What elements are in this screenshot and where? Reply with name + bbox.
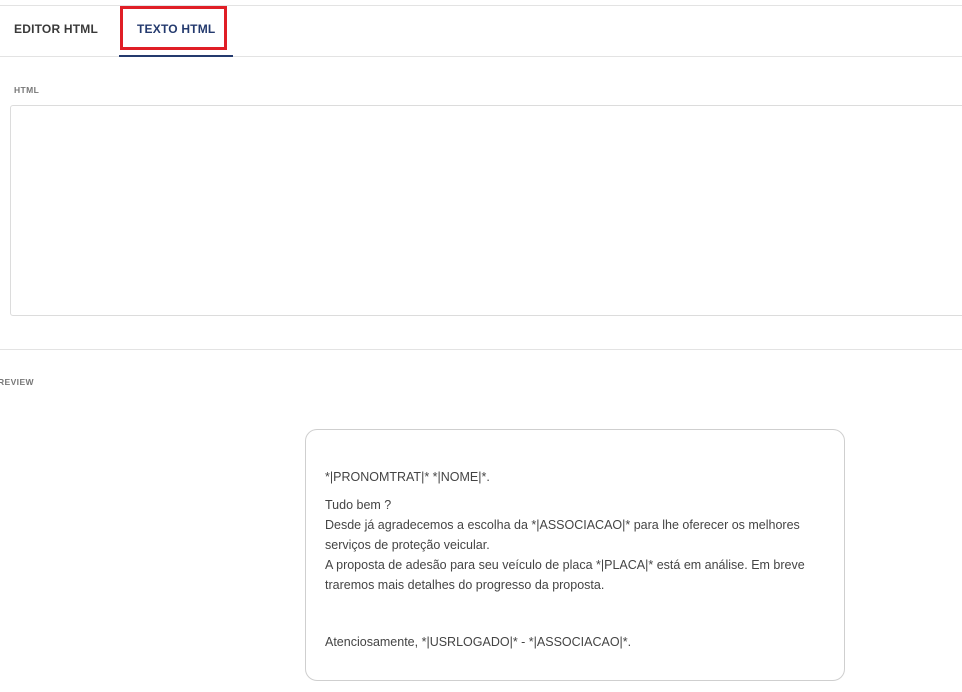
active-tab-indicator: [119, 55, 233, 57]
preview-body-line: Tudo bem ?: [325, 498, 392, 512]
tab-texto-html[interactable]: TEXTO HTML: [137, 22, 215, 36]
preview-body-line: Desde já agradecemos a escolha da *|ASSO…: [325, 518, 800, 532]
page: EDITOR HTML TEXTO HTML HTML REVIEW *|PRO…: [0, 0, 962, 692]
preview-box: *|PRONOMTRAT|* *|NOME|*. Tudo bem ? Desd…: [305, 429, 845, 681]
preview-signoff: Atenciosamente, *|USRLOGADO|* - *|ASSOCI…: [325, 635, 632, 649]
preview-greeting: *|PRONOMTRAT|* *|NOME|*.: [325, 470, 490, 484]
preview-section-label: REVIEW: [0, 377, 34, 387]
preview-body-line: A proposta de adesão para seu veículo de…: [325, 558, 805, 572]
top-divider: [0, 5, 962, 6]
html-section-label: HTML: [14, 85, 40, 95]
html-textarea[interactable]: [10, 105, 962, 316]
tab-editor-html[interactable]: EDITOR HTML: [14, 22, 98, 36]
preview-body-line: traremos mais detalhes do progresso da p…: [325, 578, 605, 592]
preview-body-line: serviços de proteção veicular.: [325, 538, 490, 552]
section-divider: [0, 349, 962, 350]
preview-body: Tudo bem ? Desde já agradecemos a escolh…: [325, 495, 805, 595]
